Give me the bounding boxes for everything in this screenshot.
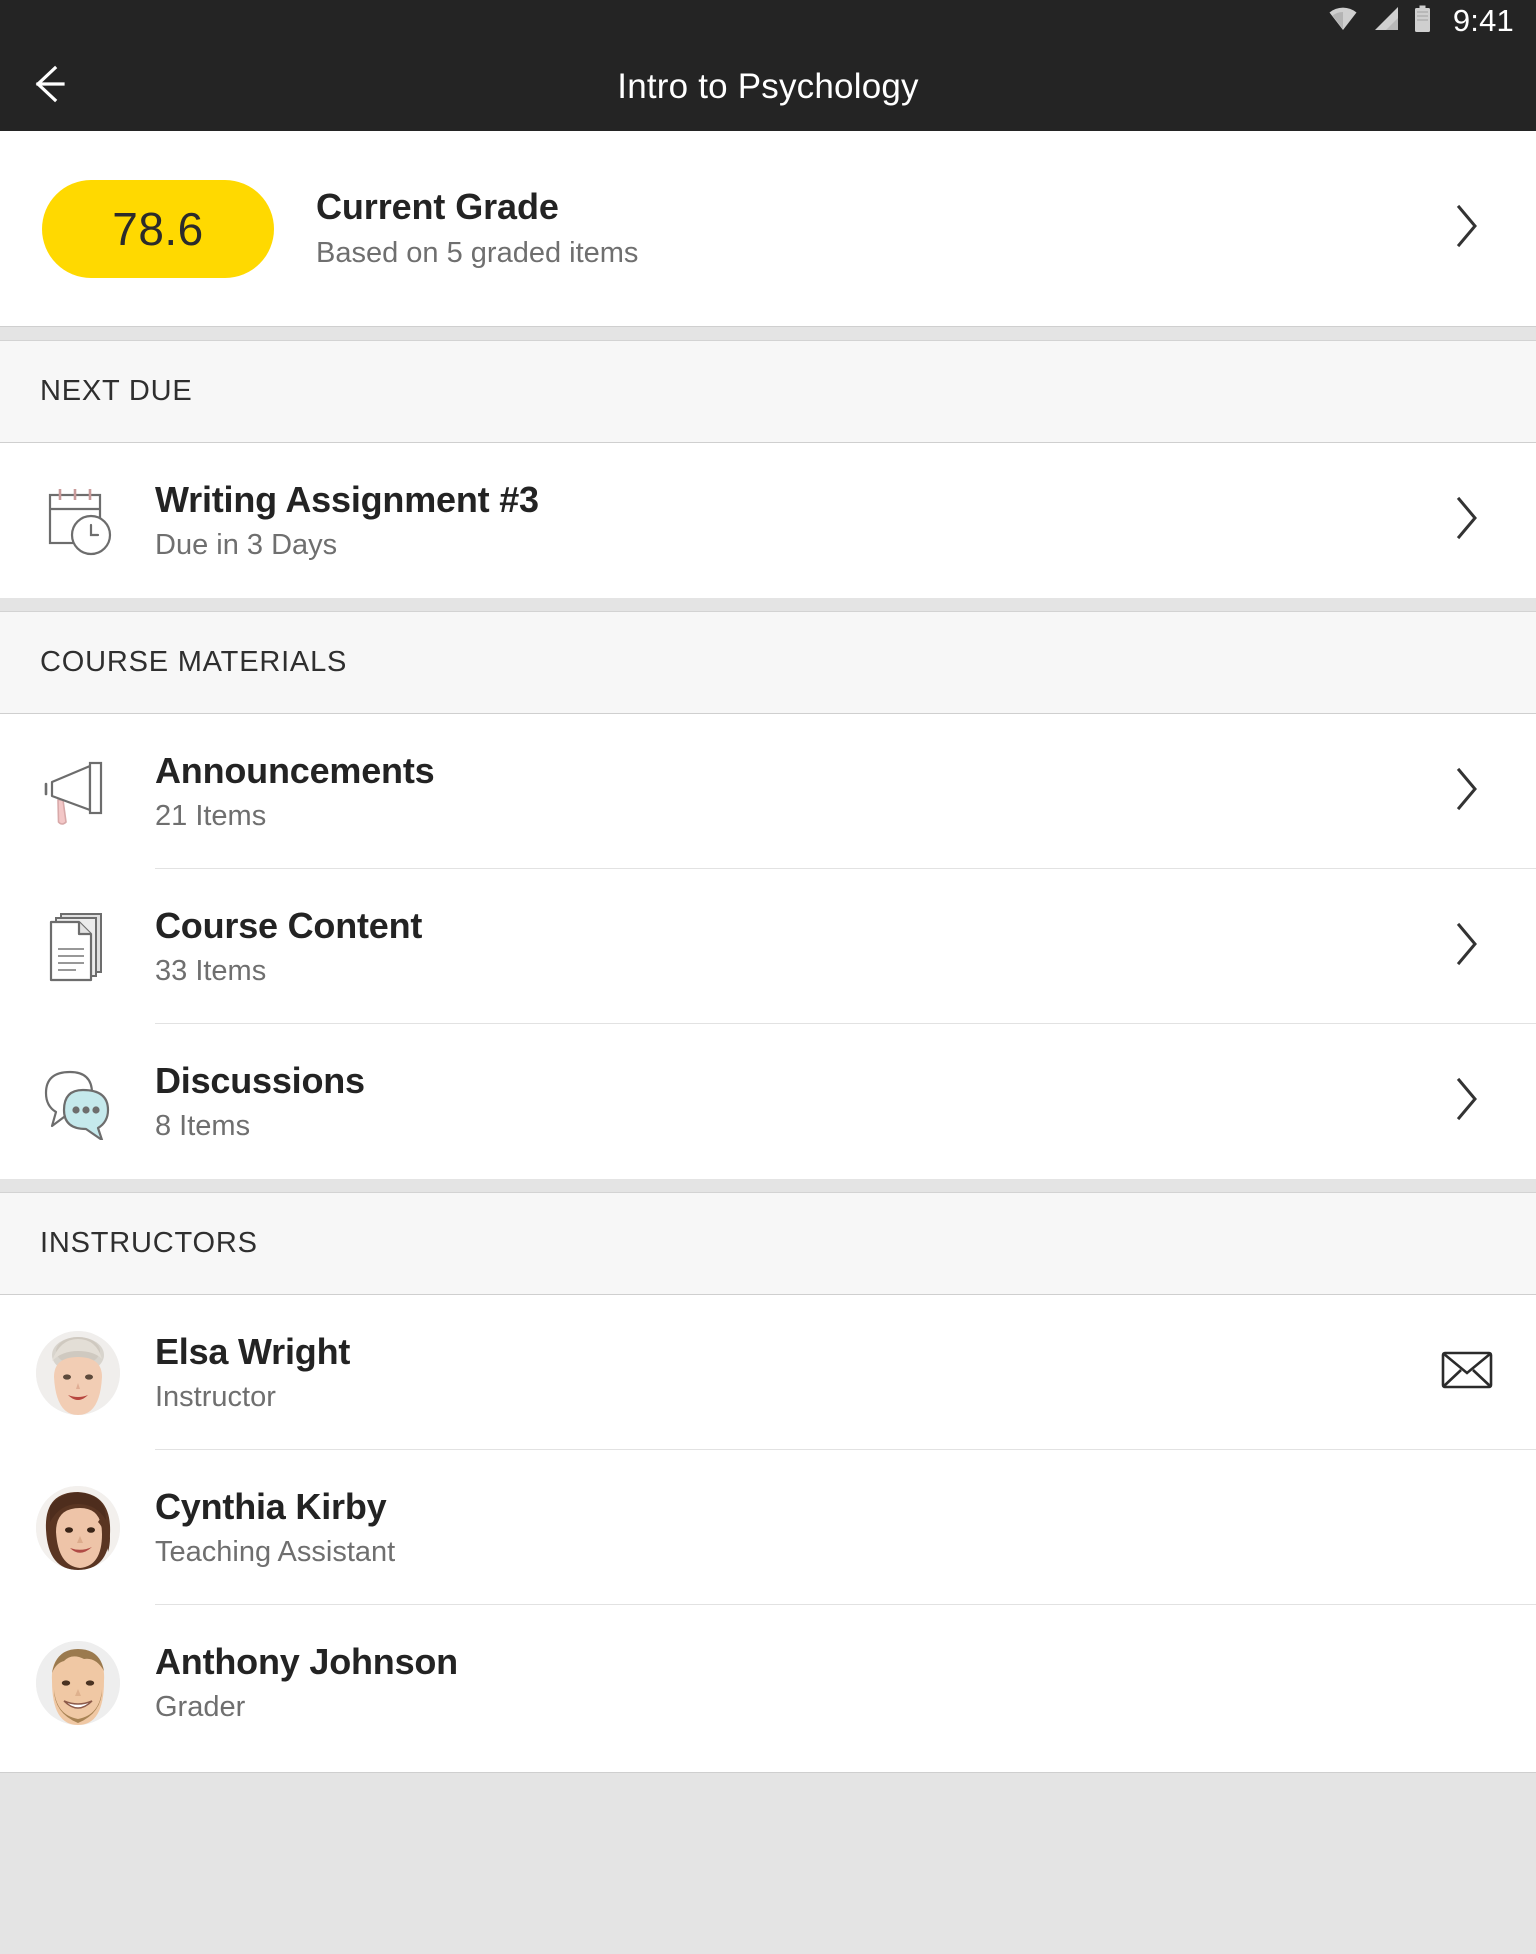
row-instructor-anthony-johnson[interactable]: Anthony Johnson Grader bbox=[0, 1605, 1536, 1760]
grade-value: 78.6 bbox=[112, 202, 204, 255]
row-text-block: Elsa Wright Instructor bbox=[155, 1330, 1432, 1415]
avatar-elsa-wright bbox=[35, 1330, 120, 1415]
row-text-block: Writing Assignment #3 Due in 3 Days bbox=[155, 478, 1432, 563]
wifi-icon bbox=[1328, 6, 1358, 36]
section-header-instructors: INSTRUCTORS bbox=[0, 1192, 1536, 1295]
instructor-role: Grader bbox=[155, 1691, 246, 1724]
row-writing-assignment[interactable]: Writing Assignment #3 Due in 3 Days bbox=[0, 443, 1536, 598]
battery-icon bbox=[1414, 5, 1431, 38]
section-gap bbox=[0, 598, 1536, 611]
status-bar: 9:41 bbox=[0, 0, 1536, 42]
row-subtitle: 21 Items bbox=[155, 800, 267, 833]
list-bottom-edge bbox=[0, 1760, 1536, 1773]
documents-icon bbox=[0, 909, 155, 985]
row-discussions[interactable]: Discussions 8 Items bbox=[0, 1024, 1536, 1179]
back-button[interactable] bbox=[30, 56, 92, 118]
avatar bbox=[0, 1330, 155, 1415]
row-text-block: Cynthia Kirby Teaching Assistant bbox=[155, 1485, 1432, 1570]
grade-chevron bbox=[1432, 204, 1502, 253]
section-header-next-due: NEXT DUE bbox=[0, 340, 1536, 443]
page-title: Intro to Psychology bbox=[617, 66, 919, 106]
grade-text-block: Current Grade Based on 5 graded items bbox=[316, 186, 1432, 271]
cellular-signal-icon bbox=[1372, 6, 1400, 36]
avatar bbox=[0, 1640, 155, 1725]
instructor-name: Anthony Johnson bbox=[155, 1641, 458, 1682]
chevron-right-icon bbox=[1454, 767, 1480, 816]
row-title: Discussions bbox=[155, 1060, 365, 1101]
row-instructor-elsa-wright[interactable]: Elsa Wright Instructor bbox=[0, 1295, 1536, 1450]
row-title: Announcements bbox=[155, 750, 435, 791]
chevron-right-icon bbox=[1454, 1077, 1480, 1126]
page-bottom-area bbox=[0, 1773, 1536, 1954]
avatar bbox=[0, 1485, 155, 1570]
row-title: Course Content bbox=[155, 905, 423, 946]
avatar-anthony-johnson bbox=[35, 1640, 120, 1725]
app-bar: Intro to Psychology bbox=[0, 42, 1536, 131]
status-bar-clock: 9:41 bbox=[1452, 2, 1514, 38]
current-grade-row[interactable]: 78.6 Current Grade Based on 5 graded ite… bbox=[0, 131, 1536, 327]
section-gap bbox=[0, 1179, 1536, 1192]
row-text-block: Anthony Johnson Grader bbox=[155, 1640, 1432, 1725]
row-chevron bbox=[1432, 1077, 1502, 1126]
grade-badge: 78.6 bbox=[42, 179, 274, 278]
row-chevron bbox=[1432, 496, 1502, 545]
instructor-name: Elsa Wright bbox=[155, 1331, 351, 1372]
row-title: Writing Assignment #3 bbox=[155, 479, 539, 520]
avatar-cynthia-kirby bbox=[35, 1485, 120, 1570]
envelope-icon bbox=[1441, 1350, 1493, 1395]
instructor-role: Instructor bbox=[155, 1381, 276, 1414]
calendar-clock-icon bbox=[0, 485, 155, 557]
megaphone-icon bbox=[0, 756, 155, 828]
instructor-role: Teaching Assistant bbox=[155, 1536, 396, 1569]
instructor-name: Cynthia Kirby bbox=[155, 1486, 387, 1527]
back-arrow-icon bbox=[35, 64, 87, 109]
message-button[interactable] bbox=[1432, 1350, 1502, 1395]
app-screen: 9:41 Intro to Psychology 78.6 Current Gr… bbox=[0, 0, 1536, 1954]
row-text-block: Course Content 33 Items bbox=[155, 904, 1432, 989]
row-text-block: Discussions 8 Items bbox=[155, 1059, 1432, 1144]
row-announcements[interactable]: Announcements 21 Items bbox=[0, 714, 1536, 869]
grade-title: Current Grade bbox=[316, 185, 559, 227]
row-subtitle: Due in 3 Days bbox=[155, 529, 338, 562]
row-course-content[interactable]: Course Content 33 Items bbox=[0, 869, 1536, 1024]
row-subtitle: 8 Items bbox=[155, 1110, 251, 1143]
chevron-right-icon bbox=[1454, 496, 1480, 545]
chevron-right-icon bbox=[1454, 204, 1480, 253]
row-chevron bbox=[1432, 922, 1502, 971]
chat-bubbles-icon bbox=[0, 1064, 155, 1140]
row-instructor-cynthia-kirby[interactable]: Cynthia Kirby Teaching Assistant bbox=[0, 1450, 1536, 1605]
chevron-right-icon bbox=[1454, 922, 1480, 971]
row-subtitle: 33 Items bbox=[155, 955, 267, 988]
section-gap bbox=[0, 327, 1536, 340]
row-text-block: Announcements 21 Items bbox=[155, 749, 1432, 834]
grade-subtitle: Based on 5 graded items bbox=[316, 237, 639, 270]
row-chevron bbox=[1432, 767, 1502, 816]
section-header-course-materials: COURSE MATERIALS bbox=[0, 611, 1536, 714]
